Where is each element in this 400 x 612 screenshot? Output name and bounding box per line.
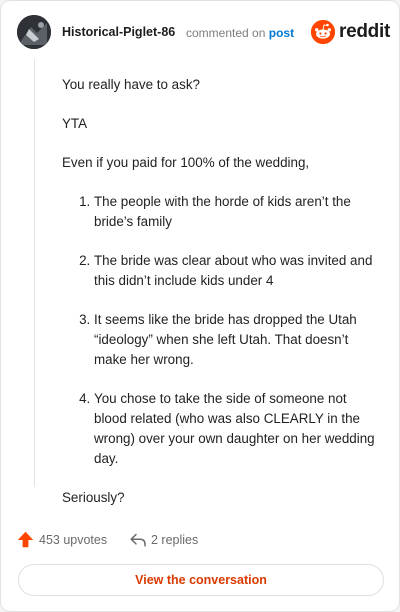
comment-paragraph: Seriously?	[62, 490, 125, 505]
reply-count: 2 replies	[151, 533, 199, 547]
comment-list: The people with the horde of kids aren’t…	[62, 192, 382, 469]
post-link[interactable]: post	[269, 26, 294, 40]
upvote-arrow-icon	[17, 531, 34, 548]
comment-meta: commented on post	[186, 26, 294, 40]
comment-header: Historical-Piglet-86 commented on post r…	[17, 15, 390, 51]
list-item: The bride was clear about who was invite…	[94, 251, 382, 291]
avatar[interactable]	[17, 15, 51, 49]
comment-paragraph: YTA	[62, 116, 88, 131]
thread-line	[34, 59, 35, 487]
view-conversation-button[interactable]: View the conversation	[18, 564, 384, 596]
comment-paragraph: You really have to ask?	[62, 77, 200, 92]
comment-card: Historical-Piglet-86 commented on post r…	[0, 0, 400, 612]
reply-arrow-icon	[130, 533, 146, 547]
reddit-wordmark: reddit	[339, 21, 390, 42]
comment-paragraph: Even if you paid for 100% of the wedding…	[62, 155, 310, 170]
reddit-logo-icon	[311, 20, 335, 44]
list-item: You chose to take the side of someone no…	[94, 389, 382, 469]
comment-body: You really have to ask? YTA Even if you …	[62, 75, 382, 527]
commented-on-text: commented on	[186, 26, 266, 40]
list-item: The people with the horde of kids aren’t…	[94, 192, 382, 232]
comment-footer: 453 upvotes 2 replies	[17, 529, 383, 551]
reddit-logo[interactable]: reddit	[311, 20, 390, 46]
upvote-count: 453 upvotes	[39, 533, 108, 547]
list-item: It seems like the bride has dropped the …	[94, 310, 382, 370]
username[interactable]: Historical-Piglet-86	[62, 25, 175, 39]
